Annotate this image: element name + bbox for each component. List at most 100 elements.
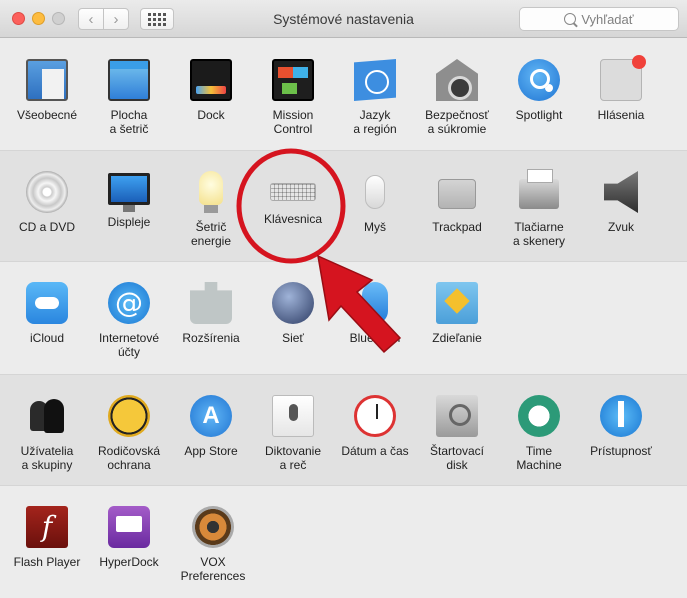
pane-label: Hlásenia [597, 108, 645, 122]
pane-startup-disk[interactable]: Štartovací disk [416, 375, 498, 485]
security-icon [436, 59, 478, 101]
users-icon [26, 395, 68, 437]
pane-bluetooth[interactable]: Bluetooth [334, 262, 416, 372]
sound-icon [604, 171, 638, 213]
pane-cd-dvd[interactable]: CD a DVD [6, 151, 88, 261]
pane-language[interactable]: Jazyk a región [334, 39, 416, 149]
section-personal: Všeobecné Plocha a šetrič Dock Mission C… [0, 39, 687, 150]
vox-icon [192, 506, 234, 548]
pane-dock[interactable]: Dock [170, 39, 252, 149]
time-machine-icon [518, 395, 560, 437]
printer-icon [519, 169, 559, 209]
pane-sharing[interactable]: Zdieľanie [416, 262, 498, 372]
pane-label: Dátum a čas [341, 444, 409, 458]
pane-printers[interactable]: Tlačiarne a skenery [498, 151, 580, 261]
pane-label: Bluetooth [349, 331, 401, 345]
pane-label: Flash Player [13, 555, 81, 569]
startup-disk-icon [436, 395, 478, 437]
pane-label: Displeje [107, 215, 151, 229]
search-icon [564, 13, 577, 25]
pane-vox[interactable]: VOX Preferences [170, 486, 256, 596]
pane-label: Jazyk a región [353, 108, 397, 136]
accessibility-icon [600, 395, 642, 437]
spotlight-icon [518, 59, 560, 101]
keyboard-icon [270, 183, 316, 201]
pane-accessibility[interactable]: Prístupnosť [580, 375, 662, 485]
pane-label: Štartovací disk [429, 444, 485, 472]
extensions-icon [190, 282, 232, 324]
pane-label: App Store [184, 444, 238, 458]
pane-energy-saver[interactable]: Šetrič energie [170, 151, 252, 261]
pane-icloud[interactable]: iCloud [6, 262, 88, 372]
pane-desktop[interactable]: Plocha a šetrič [88, 39, 170, 149]
sharing-icon [436, 282, 478, 324]
section-internet: iCloud @ Internetové účty Rozšírenia Sie… [0, 262, 687, 374]
desktop-icon [108, 59, 150, 101]
section-hardware: CD a DVD Displeje Šetrič energie Klávesn… [0, 150, 687, 262]
icloud-icon [26, 282, 68, 324]
date-time-icon [354, 395, 396, 437]
energy-icon [199, 171, 223, 213]
pane-date-time[interactable]: Dátum a čas [334, 375, 416, 485]
dictation-icon [272, 395, 314, 437]
pane-label: Mission Control [272, 108, 314, 136]
pane-label: VOX Preferences [180, 555, 246, 583]
pane-security[interactable]: Bezpečnosť a súkromie [416, 39, 498, 149]
pane-label: Time Machine [516, 444, 562, 472]
pane-label: Spotlight [515, 108, 563, 122]
hyperdock-icon [108, 506, 150, 548]
pane-label: Sieť [282, 331, 304, 345]
notifications-icon [600, 55, 646, 101]
pane-label: Plocha a šetrič [109, 108, 149, 136]
internet-accounts-icon: @ [108, 282, 150, 324]
flash-icon: f [26, 506, 68, 548]
general-icon [26, 59, 68, 101]
section-system: Užívatelia a skupiny Rodičovská ochrana … [0, 374, 687, 486]
pane-spotlight[interactable]: Spotlight [498, 39, 580, 149]
pane-label: Užívatelia a skupiny [20, 444, 74, 472]
pane-trackpad[interactable]: Trackpad [416, 151, 498, 261]
bluetooth-icon [362, 282, 388, 324]
pane-users-groups[interactable]: Užívatelia a skupiny [6, 375, 88, 485]
pane-general[interactable]: Všeobecné [6, 39, 88, 149]
pane-label: Rodičovská ochrana [97, 444, 161, 472]
pane-flash-player[interactable]: f Flash Player [6, 486, 88, 596]
language-icon [354, 59, 396, 101]
pane-mouse[interactable]: Myš [334, 151, 416, 261]
pane-keyboard[interactable]: Klávesnica [252, 151, 334, 261]
pane-app-store[interactable]: A App Store [170, 375, 252, 485]
network-icon [272, 282, 314, 324]
pane-label: Všeobecné [16, 108, 78, 122]
pane-time-machine[interactable]: Time Machine [498, 375, 580, 485]
pane-sound[interactable]: Zvuk [580, 151, 662, 261]
pane-label: CD a DVD [18, 220, 75, 234]
pane-notifications[interactable]: Hlásenia [580, 39, 662, 149]
pane-label: Bezpečnosť a súkromie [425, 108, 489, 136]
pane-network[interactable]: Sieť [252, 262, 334, 372]
pane-label: HyperDock [99, 555, 159, 569]
pane-displays[interactable]: Displeje [88, 151, 170, 261]
pane-parental-controls[interactable]: Rodičovská ochrana [88, 375, 170, 485]
pane-label: Klávesnica [263, 212, 323, 226]
pane-internet-accounts[interactable]: @ Internetové účty [88, 262, 170, 372]
cd-icon [26, 171, 68, 213]
pane-label: Dock [197, 108, 225, 122]
pane-label: Diktovanie a reč [264, 444, 322, 472]
pane-label: Prístupnosť [590, 444, 652, 458]
pane-label: Myš [364, 220, 386, 234]
pane-label: Zvuk [607, 220, 634, 234]
app-store-icon: A [190, 395, 232, 437]
mouse-icon [365, 175, 385, 209]
pane-label: Rozšírenia [182, 331, 240, 345]
pane-label: iCloud [29, 331, 65, 345]
pane-label: Zdieľanie [432, 331, 482, 345]
trackpad-icon [438, 179, 476, 209]
pane-dictation[interactable]: Diktovanie a reč [252, 375, 334, 485]
pane-hyperdock[interactable]: HyperDock [88, 486, 170, 596]
pane-mission-control[interactable]: Mission Control [252, 39, 334, 149]
search-placeholder: Vyhľadať [581, 11, 634, 27]
search-field[interactable]: Vyhľadať [519, 7, 679, 31]
pane-label: Trackpad [432, 220, 482, 234]
section-other: f Flash Player HyperDock VOX Preferences [0, 486, 687, 598]
pane-extensions[interactable]: Rozšírenia [170, 262, 252, 372]
